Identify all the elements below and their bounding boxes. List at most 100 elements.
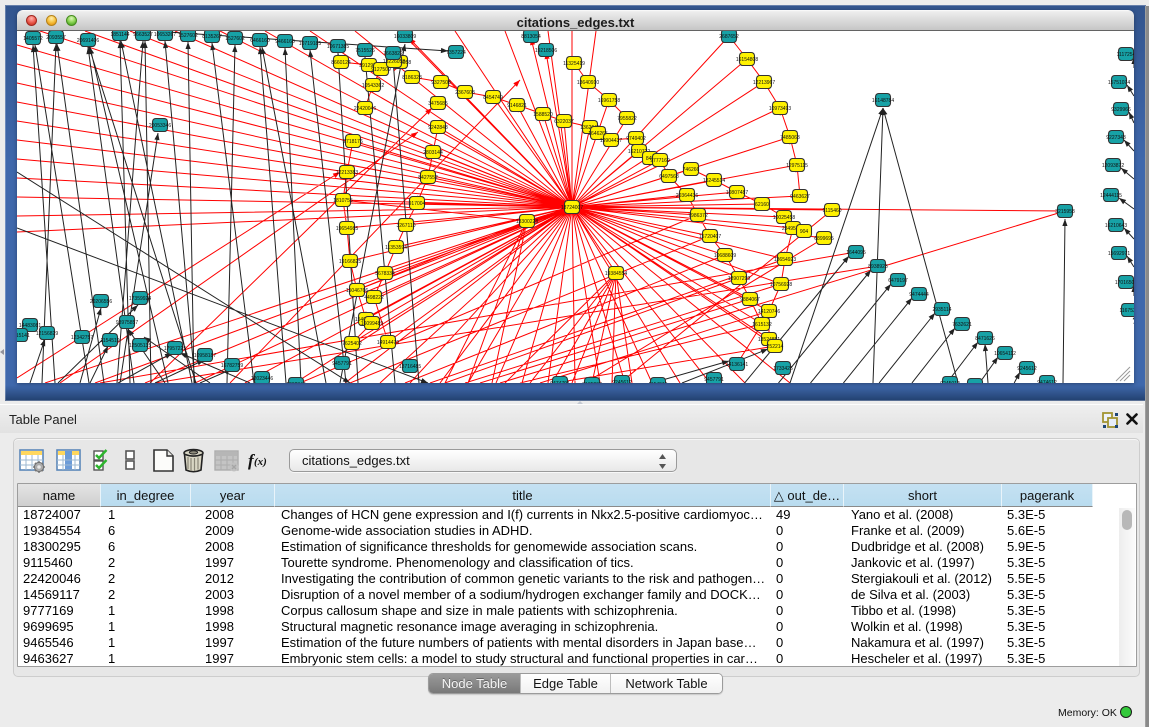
svg-text:18245514: 18245514 [703,178,725,184]
svg-text:9227343: 9227343 [1106,135,1126,141]
svg-text:19654985: 19654985 [336,226,358,232]
svg-text:17016504: 17016504 [1115,280,1134,286]
svg-text:9777169: 9777169 [650,158,670,164]
svg-text:62160: 62160 [755,202,769,208]
svg-text:1167533: 1167533 [1119,308,1134,314]
svg-text:9663527: 9663527 [133,32,153,38]
svg-text:8660124: 8660124 [331,60,351,66]
svg-text:12505135: 12505135 [129,343,151,349]
svg-text:3475685: 3475685 [428,101,448,107]
svg-text:9245612: 9245612 [612,380,632,383]
svg-text:4498222: 4498222 [364,295,384,301]
svg-text:6899695: 6899695 [814,236,834,242]
svg-text:7986372: 7986372 [688,213,708,219]
svg-text:17957225: 17957225 [164,346,186,352]
svg-text:9245012: 9245012 [940,381,960,383]
svg-text:1644095: 1644095 [846,250,866,256]
svg-text:13300228: 13300228 [516,219,538,225]
svg-text:15751074: 15751074 [1108,80,1130,86]
svg-text:8813054: 8813054 [521,34,541,40]
svg-text:12156829: 12156829 [36,331,58,337]
svg-text:9884067: 9884067 [740,297,760,303]
svg-text:20206556: 20206556 [90,299,112,305]
svg-text:746266: 746266 [683,167,700,173]
svg-text:9327508: 9327508 [431,80,451,86]
svg-text:9457791: 9457791 [704,377,724,383]
svg-text:6497568: 6497568 [659,174,679,180]
svg-text:3915141: 3915141 [17,333,30,339]
svg-text:22420046: 22420046 [354,106,376,112]
svg-text:1527602: 1527602 [178,33,198,39]
svg-text:12213383: 12213383 [336,170,358,176]
svg-text:11353594: 11353594 [385,245,407,251]
svg-text:16961758: 16961758 [598,98,620,104]
svg-text:18724007: 18724007 [561,205,583,211]
svg-text:1733426: 1733426 [773,366,793,372]
svg-text:917004: 917004 [409,201,426,207]
svg-text:20053346: 20053346 [149,123,171,129]
svg-text:2718176: 2718176 [343,139,363,145]
svg-text:9457791: 9457791 [332,361,352,367]
svg-text:252214: 252214 [767,344,784,350]
svg-text:8471626: 8471626 [975,336,995,342]
svg-text:14136141: 14136141 [726,362,748,368]
svg-text:9329966: 9329966 [1111,107,1131,113]
svg-text:2803144: 2803144 [423,150,443,156]
svg-text:1154519: 1154519 [100,338,119,344]
svg-text:93975857: 93975857 [116,320,138,326]
svg-text:(x): (x) [254,456,267,468]
svg-text:1154519: 1154519 [648,382,667,383]
svg-text:9474444: 9474444 [909,292,929,298]
svg-text:16154808: 16154808 [736,57,758,63]
svg-text:1527602: 1527602 [225,36,245,42]
svg-text:1117254: 1117254 [1117,52,1134,58]
svg-text:1615132: 1615132 [752,322,772,328]
svg-text:1405572: 1405572 [23,36,43,42]
svg-text:9474791: 9474791 [550,381,570,383]
svg-text:9146821: 9146821 [507,103,527,109]
svg-text:10756928: 10756928 [770,282,792,288]
svg-text:8186328: 8186328 [402,75,422,81]
svg-text:1851144: 1851144 [110,32,129,38]
svg-text:12444115: 12444115 [1100,193,1122,199]
svg-text:10719185: 10719185 [299,41,321,47]
svg-text:1810755: 1810755 [333,198,353,204]
svg-text:15692971: 15692971 [1108,251,1130,257]
svg-text:7663822: 7663822 [383,51,403,57]
svg-text:13716485: 13716485 [399,364,421,370]
svg-text:1292344: 1292344 [286,382,306,383]
svg-text:15046766: 15046766 [346,288,368,294]
svg-text:12342757: 12342757 [71,335,93,341]
svg-text:9242848: 9242848 [428,125,448,131]
svg-text:16148784: 16148784 [872,98,894,104]
svg-text:16782759: 16782759 [221,363,243,369]
svg-text:10807487: 10807487 [726,190,748,196]
svg-text:7515526: 7515526 [355,48,375,54]
svg-text:10671385: 10671385 [327,44,349,50]
svg-text:8427552: 8427552 [418,175,438,181]
svg-text:10653267: 10653267 [154,32,176,38]
svg-text:9463627: 9463627 [790,194,810,200]
svg-text:12975115: 12975115 [786,163,808,169]
svg-text:2093557: 2093557 [46,35,66,41]
svg-text:14914479: 14914479 [377,340,399,346]
svg-text:5678334: 5678334 [375,271,395,277]
svg-text:18907299: 18907299 [728,276,750,282]
svg-text:19904437: 19904437 [600,138,622,144]
svg-text:14120746: 14120746 [758,309,780,315]
svg-text:8938923: 8938923 [868,264,888,270]
svg-text:904: 904 [800,229,809,235]
svg-text:12213967: 12213967 [753,80,775,86]
svg-text:13640910: 13640910 [577,80,599,86]
svg-text:7625402: 7625402 [342,341,362,347]
svg-text:19218506: 19218506 [535,48,557,54]
svg-text:10025458: 10025458 [773,215,795,221]
svg-text:1588520: 1588520 [533,112,553,118]
svg-text:17359924: 17359924 [129,296,151,302]
svg-text:2367608: 2367608 [455,90,475,96]
svg-text:9245612: 9245612 [1017,366,1037,372]
svg-text:9115460: 9115460 [822,208,841,214]
svg-text:6479197: 6479197 [888,278,908,284]
svg-text:11325419: 11325419 [563,61,585,67]
svg-text:9749402: 9749402 [626,136,646,142]
